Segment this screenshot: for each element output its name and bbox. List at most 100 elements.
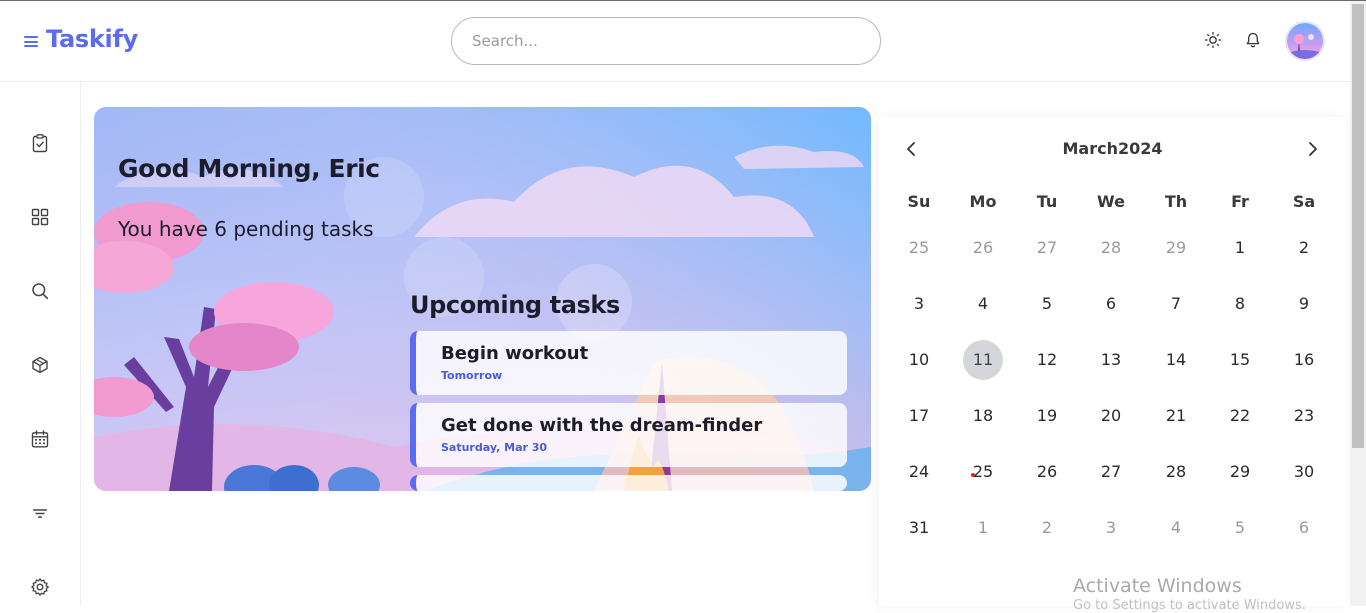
calendar-day[interactable]: 2 — [1284, 228, 1324, 268]
grid-icon[interactable] — [30, 207, 50, 227]
calendar-day[interactable]: 27 — [1091, 452, 1131, 492]
calendar-day-number: 3 — [1105, 518, 1117, 537]
calendar-day[interactable]: 5 — [1220, 508, 1260, 548]
calendar-day[interactable]: 9 — [1284, 284, 1324, 324]
calendar-day-number: 21 — [1165, 406, 1187, 425]
calendar-day[interactable]: 6 — [1091, 284, 1131, 324]
calendar-next-icon[interactable] — [1307, 141, 1319, 157]
calendar-widget: March2024 Su Mo Tu We Th Fr Sa 25 26 27 28 29 1 2 3 4 5 6… — [879, 117, 1346, 606]
calendar-day-number: 6 — [1298, 518, 1310, 537]
welcome-banner: Good Morning, Eric You have 6 pending ta… — [94, 107, 871, 491]
calendar-day-number: 25 — [972, 462, 994, 481]
calendar-day[interactable]: 25 — [899, 228, 939, 268]
calendar-day[interactable]: 28 — [1091, 228, 1131, 268]
calendar-day[interactable]: 4 — [1156, 508, 1196, 548]
calendar-day[interactable]: 4 — [963, 284, 1003, 324]
calendar-day[interactable]: 1 — [963, 508, 1003, 548]
calendar-day[interactable]: 26 — [1027, 452, 1067, 492]
calendar-day-number: 17 — [908, 406, 930, 425]
weekday-header: We — [1097, 192, 1125, 211]
cube-icon[interactable] — [30, 355, 50, 375]
calendar-day-number: 29 — [1165, 238, 1187, 257]
calendar-day-number: 18 — [972, 406, 994, 425]
calendar-day[interactable]: 25 — [963, 452, 1003, 492]
calendar-day-number: 1 — [977, 518, 989, 537]
calendar-day[interactable]: 17 — [899, 396, 939, 436]
calendar-day[interactable]: 23 — [1284, 396, 1324, 436]
calendar-day-number: 11 — [972, 350, 994, 369]
hamburger-menu-icon[interactable] — [24, 36, 38, 47]
calendar-day[interactable]: 26 — [963, 228, 1003, 268]
gear-icon[interactable] — [30, 577, 50, 597]
filter-icon[interactable] — [30, 503, 50, 523]
calendar-day[interactable]: 10 — [899, 340, 939, 380]
calendar-day[interactable]: 3 — [1091, 508, 1131, 548]
brand-logo[interactable]: Taskify — [46, 25, 138, 53]
calendar-day[interactable]: 31 — [899, 508, 939, 548]
calendar-day[interactable]: 13 — [1091, 340, 1131, 380]
weekday-header: Su — [907, 192, 931, 211]
calendar-day-number: 14 — [1165, 350, 1187, 369]
calendar-day-number: 16 — [1293, 350, 1315, 369]
calendar-day-number: 2 — [1041, 518, 1053, 537]
calendar-day[interactable]: 29 — [1156, 228, 1196, 268]
calendar-icon[interactable] — [30, 429, 50, 449]
calendar-day-number: 10 — [908, 350, 930, 369]
calendar-day[interactable]: 5 — [1027, 284, 1067, 324]
bell-icon[interactable] — [1244, 31, 1262, 49]
top-header: Taskify — [0, 1, 1350, 82]
calendar-day[interactable]: 27 — [1027, 228, 1067, 268]
calendar-day[interactable]: 20 — [1091, 396, 1131, 436]
calendar-day[interactable]: 6 — [1284, 508, 1324, 548]
clipboard-check-icon[interactable] — [30, 133, 50, 153]
weekday-header: Fr — [1231, 192, 1249, 211]
task-date: Saturday, Mar 30 — [441, 441, 548, 454]
search-input[interactable] — [472, 32, 852, 50]
calendar-day[interactable]: 7 — [1156, 284, 1196, 324]
calendar-day[interactable]: 14 — [1156, 340, 1196, 380]
task-card[interactable]: Begin workout Tomorrow — [410, 331, 847, 395]
calendar-day-number: 7 — [1170, 294, 1182, 313]
calendar-day[interactable]: 12 — [1027, 340, 1067, 380]
calendar-day[interactable]: 2 — [1027, 508, 1067, 548]
calendar-day[interactable]: 30 — [1284, 452, 1324, 492]
calendar-day[interactable]: 8 — [1220, 284, 1260, 324]
weekday-header: Th — [1164, 192, 1188, 211]
calendar-month-title: March2024 — [1062, 139, 1163, 158]
pending-tasks-text: You have 6 pending tasks — [118, 217, 374, 241]
weekday-header: Mo — [969, 192, 997, 211]
calendar-day-number: 26 — [972, 238, 994, 257]
search-icon[interactable] — [30, 281, 50, 301]
task-title: Get done with the dream-finder — [441, 415, 763, 436]
sun-icon[interactable] — [1204, 31, 1222, 49]
page-scrollbar-thumb[interactable] — [1352, 4, 1364, 448]
calendar-day[interactable]: 16 — [1284, 340, 1324, 380]
calendar-day[interactable]: 29 — [1220, 452, 1260, 492]
calendar-day[interactable]: 19 — [1027, 396, 1067, 436]
task-card-partial[interactable] — [410, 475, 847, 491]
calendar-day[interactable]: 21 — [1156, 396, 1196, 436]
calendar-day[interactable]: 15 — [1220, 340, 1260, 380]
activate-windows-title: Activate Windows — [1073, 575, 1242, 597]
calendar-day-number: 13 — [1100, 350, 1122, 369]
avatar[interactable] — [1285, 21, 1325, 61]
calendar-day[interactable]: 28 — [1156, 452, 1196, 492]
calendar-day-number: 26 — [1036, 462, 1058, 481]
calendar-day-number: 25 — [908, 238, 930, 257]
calendar-day[interactable]: 1 — [1220, 228, 1260, 268]
calendar-day-number: 19 — [1036, 406, 1058, 425]
calendar-day[interactable]: 11 — [963, 340, 1003, 380]
calendar-day[interactable]: 22 — [1220, 396, 1260, 436]
calendar-day-number: 4 — [977, 294, 989, 313]
upcoming-tasks-heading: Upcoming tasks — [410, 291, 620, 319]
calendar-day-number: 30 — [1293, 462, 1315, 481]
weekday-header: Sa — [1292, 192, 1316, 211]
calendar-day-number: 1 — [1234, 238, 1246, 257]
calendar-day[interactable]: 18 — [963, 396, 1003, 436]
calendar-day-number: 27 — [1036, 238, 1058, 257]
calendar-day-number: 12 — [1036, 350, 1058, 369]
task-card[interactable]: Get done with the dream-finder Saturday,… — [410, 403, 847, 467]
calendar-day[interactable]: 3 — [899, 284, 939, 324]
search-bar[interactable] — [451, 17, 881, 65]
calendar-day[interactable]: 24 — [899, 452, 939, 492]
